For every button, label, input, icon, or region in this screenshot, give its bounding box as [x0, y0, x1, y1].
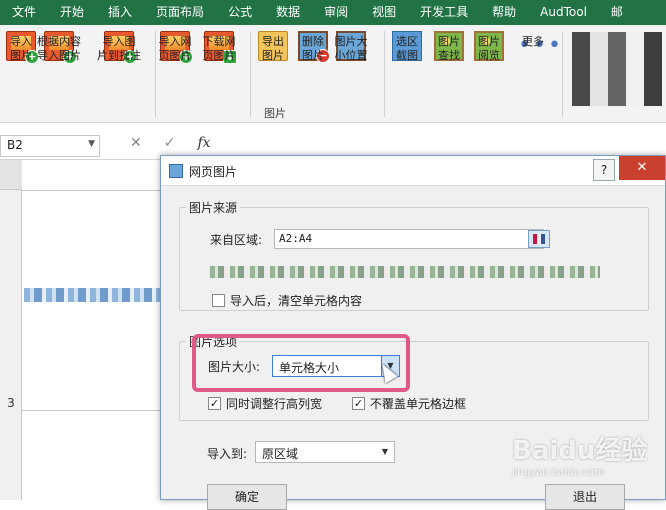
download-web-picture-label: 下载网 页图片	[202, 35, 236, 62]
import-web-picture-button[interactable]: + 导入网 页图片	[158, 31, 193, 64]
ribbon-separator	[562, 31, 563, 117]
gridline	[22, 190, 162, 191]
enter-icon[interactable]: ✓	[164, 135, 176, 151]
picture-find-label: 图片 查找	[438, 35, 460, 62]
import-picture-button[interactable]: + 导入 图片	[6, 31, 39, 64]
import-picture-label: 导入 图片	[10, 35, 32, 62]
download-web-picture-button[interactable]: ↓ 下载网 页图片	[202, 31, 237, 64]
baidu-watermark: Baidu经验 jingyan.baidu.com	[512, 430, 647, 478]
import-by-content-label: 根据内容 导入图片	[37, 35, 81, 62]
annotation-highlight	[192, 334, 410, 392]
function-icon[interactable]: fx	[197, 135, 210, 151]
ribbon-tab-bar: 文件 开始 插入 页面布局 公式 数据 审阅 视图 开发工具 帮助 AudToo…	[0, 0, 666, 25]
picture-browse-button[interactable]: 图片 阅览	[474, 31, 504, 62]
tab-page-layout[interactable]: 页面布局	[144, 0, 216, 25]
picture-browse-label: 图片 阅览	[478, 35, 500, 62]
range-label: 来自区域:	[210, 233, 263, 247]
formula-buttons: ✕ ✓ fx	[110, 135, 211, 151]
import-to-comment-label: 导入图 片到批注	[97, 35, 141, 62]
tab-file[interactable]: 文件	[0, 0, 48, 25]
name-box-value: B2	[7, 138, 23, 152]
tab-developer[interactable]: 开发工具	[408, 0, 480, 25]
no-cover-border-label: 不覆盖单元格边框	[370, 397, 467, 411]
gridline	[22, 410, 162, 411]
clear-content-label: 导入后，清空单元格内容	[230, 294, 363, 308]
clear-content-checkbox[interactable]	[212, 294, 225, 307]
tab-help[interactable]: 帮助	[480, 0, 528, 25]
ribbon-separator	[155, 31, 156, 117]
tab-insert[interactable]: 插入	[96, 0, 144, 25]
delete-picture-button[interactable]: − 删除 图片	[298, 31, 330, 63]
watermark-text: Baidu经验	[512, 436, 648, 466]
close-button[interactable]: ✕	[619, 156, 665, 180]
watermark-sub: jingyan.baidu.com	[512, 467, 605, 478]
more-label: 更多	[522, 35, 544, 48]
tab-data[interactable]: 数据	[264, 0, 312, 25]
blurred-logo	[572, 32, 662, 106]
blurred-cell-content	[24, 288, 162, 302]
ribbon-group-label: 图片	[264, 107, 286, 120]
selection-screenshot-label: 选区 截图	[396, 35, 418, 62]
export-picture-label: 导出 图片	[262, 35, 284, 62]
more-button[interactable]: ••• 更多	[518, 31, 561, 61]
import-to-label: 导入到:	[207, 447, 248, 461]
picture-size-position-button[interactable]: 图片大 小位置	[334, 31, 368, 62]
help-button[interactable]: ?	[593, 159, 615, 181]
dialog-app-icon	[169, 164, 183, 178]
import-to-comment-button[interactable]: + 导入图 片到批注	[97, 31, 141, 64]
picture-size-position-label: 图片大 小位置	[334, 35, 368, 62]
source-group: 图片来源 来自区域: A2:A4 导入后，清空单元格内容	[179, 199, 649, 311]
export-picture-button[interactable]: 导出 图片	[258, 31, 288, 62]
range-picker-button[interactable]	[528, 230, 550, 248]
tab-review[interactable]: 审阅	[312, 0, 360, 25]
chevron-down-icon: ▼	[88, 139, 95, 149]
import-by-content-button[interactable]: + 根据内容 导入图片	[37, 31, 81, 64]
adjust-rowcol-label: 同时调整行高列宽	[226, 397, 323, 411]
picture-find-button[interactable]: 图片 查找	[434, 31, 464, 62]
delete-picture-label: 删除 图片	[302, 35, 324, 62]
tab-home[interactable]: 开始	[48, 0, 96, 25]
no-cover-border-checkbox[interactable]: ✓	[352, 397, 365, 410]
ribbon-separator	[384, 31, 385, 117]
selection-screenshot-button[interactable]: 选区 截图	[392, 31, 422, 62]
tab-formulas[interactable]: 公式	[216, 0, 264, 25]
tab-audtool[interactable]: AudTool	[528, 0, 599, 25]
import-web-picture-label: 导入网 页图片	[158, 35, 192, 62]
adjust-rowcol-checkbox[interactable]: ✓	[208, 397, 221, 410]
ribbon-separator	[250, 31, 251, 117]
range-input[interactable]: A2:A4	[274, 229, 544, 249]
blurred-url-row	[210, 266, 600, 278]
source-group-legend: 图片来源	[186, 199, 241, 216]
tab-mail[interactable]: 邮	[599, 0, 635, 25]
row-number[interactable]: 3	[0, 396, 22, 410]
row-header	[0, 160, 22, 500]
cancel-icon[interactable]: ✕	[130, 135, 142, 151]
ok-button[interactable]: 确定	[207, 484, 287, 510]
import-to-value: 原区域	[262, 447, 299, 461]
exit-button[interactable]: 退出	[545, 484, 625, 510]
dialog-titlebar[interactable]: 网页图片 ? ✕	[161, 156, 665, 186]
chevron-down-icon: ▼	[381, 447, 389, 456]
tab-view[interactable]: 视图	[360, 0, 408, 25]
select-all-corner[interactable]	[0, 160, 22, 190]
name-box[interactable]: B2 ▼	[0, 135, 100, 157]
ribbon-panel: + 导入 图片 + 根据内容 导入图片 + 导入图 片到批注 + 导入网 页图片…	[0, 25, 666, 123]
import-to-select[interactable]: 原区域 ▼	[255, 441, 395, 463]
dialog-title: 网页图片	[189, 165, 238, 179]
